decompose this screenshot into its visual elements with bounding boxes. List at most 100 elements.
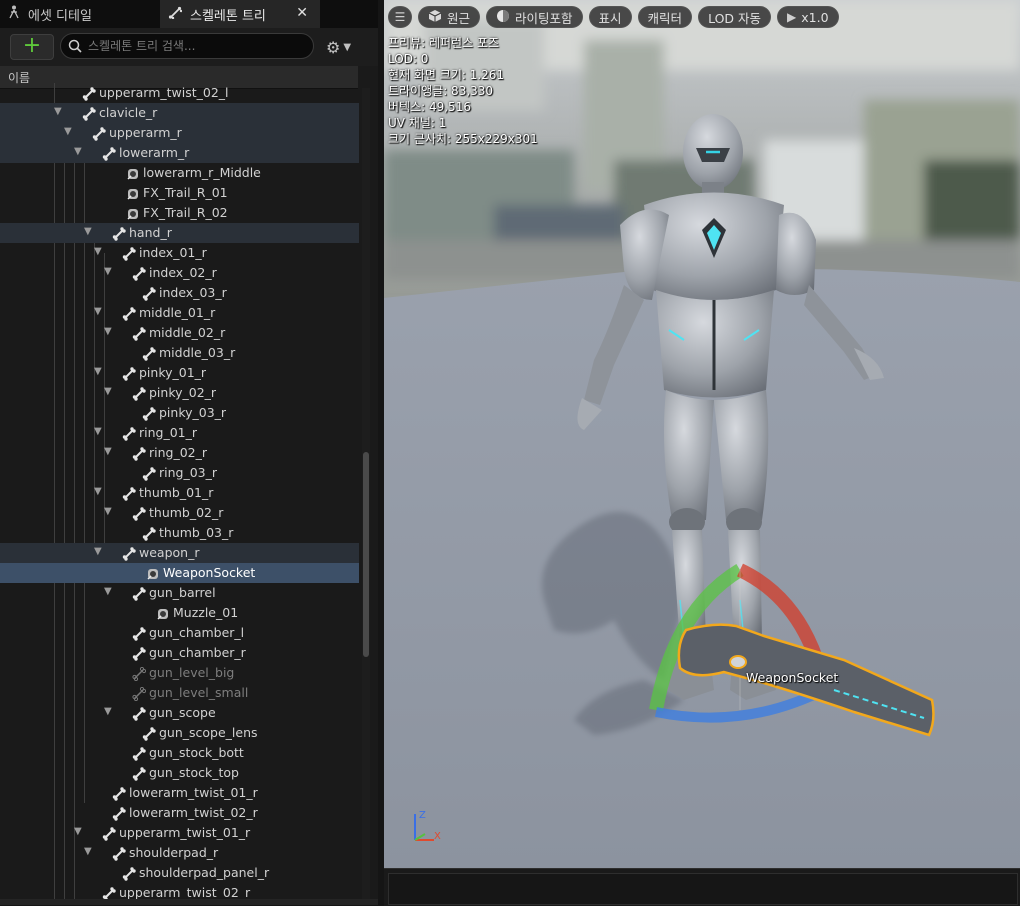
lighting-button[interactable]: 라이팅포함 [486,6,583,28]
tree-row-label: gun_chamber_l [149,625,245,640]
expand-arrow-icon[interactable]: ▼ [74,146,84,157]
bone-icon [112,806,126,821]
expand-arrow-icon[interactable]: ▼ [64,126,74,137]
close-icon[interactable]: ✕ [296,5,308,21]
tree-row[interactable]: upperarm_twist_02_l [0,83,359,103]
tree-row[interactable]: ▼ upperarm_twist_01_r [0,823,359,843]
tree-row[interactable]: FX_Trail_R_02 [0,203,359,223]
expand-arrow-icon[interactable]: ▼ [94,486,104,497]
expand-arrow-icon[interactable]: ▼ [104,506,114,517]
tree-row[interactable]: ▼ index_02_r [0,263,359,283]
tree-row[interactable]: middle_03_r [0,343,359,363]
axis-z-label: Z [419,810,426,821]
tree-row[interactable]: gun_chamber_l [0,623,359,643]
tree-row[interactable]: ▼ ring_02_r [0,443,359,463]
expand-arrow-icon[interactable]: ▼ [54,106,64,117]
preview-viewport[interactable]: ☰ 원근 라이팅포함 표시 캐릭터 LOD 자동 ▶ x1.0 프리뷰: 레퍼런… [384,0,1020,868]
skeleton-tree: upperarm_twist_02_l ▼ clavicle_r ▼ upperarm_… [0,83,360,905]
tree-row[interactable]: lowerarm_twist_02_r [0,803,359,823]
tree-row-label: lowerarm_twist_01_r [129,785,258,800]
tree-row-label: upperarm_twist_02_r [119,885,251,900]
tree-row[interactable]: ▼ upperarm_r [0,123,359,143]
tree-row[interactable]: Muzzle_01 [0,603,359,623]
expand-arrow-icon[interactable]: ▼ [84,846,94,857]
show-button[interactable]: 표시 [588,6,632,28]
tree-row[interactable]: gun_stock_bott [0,743,359,763]
tree-row[interactable]: ▼ weapon_r [0,543,359,563]
tree-row[interactable]: ring_03_r [0,463,359,483]
expand-arrow-icon[interactable]: ▼ [104,586,114,597]
expand-arrow-icon[interactable]: ▼ [104,386,114,397]
play-speed-label: x1.0 [801,9,829,25]
bone-icon [132,386,146,401]
viewport-menu-button[interactable]: ☰ [388,6,412,28]
tree-row-label: pinky_02_r [149,385,217,400]
tree-row[interactable]: lowerarm_twist_01_r [0,783,359,803]
tree-row[interactable]: ▼ shoulderpad_r [0,843,359,863]
tree-row[interactable]: ▼ pinky_01_r [0,363,359,383]
tree-row[interactable]: thumb_03_r [0,523,359,543]
tree-row[interactable]: gun_scope_lens [0,723,359,743]
tree-row[interactable]: ▼ gun_barrel [0,583,359,603]
character-button[interactable]: 캐릭터 [637,6,693,28]
search-input[interactable] [88,39,288,53]
tree-row[interactable]: ▼ thumb_01_r [0,483,359,503]
tab-skeleton-tree[interactable]: 스켈레톤 트리 ✕ [160,0,320,28]
tree-row[interactable]: gun_chamber_r [0,643,359,663]
tree-row[interactable]: ▼ hand_r [0,223,359,243]
bone-icon [102,146,116,161]
add-button[interactable]: + [10,34,54,60]
tab-asset-details[interactable]: 에셋 디테일 [0,0,158,28]
expand-arrow-icon[interactable]: ▼ [94,426,104,437]
expand-arrow-icon[interactable]: ▼ [104,706,114,717]
tree-row[interactable]: ▼ lowerarm_r [0,143,359,163]
lod-button[interactable]: LOD 자동 [698,6,772,28]
tree-row[interactable]: ▼ index_01_r [0,243,359,263]
tree-row[interactable]: gun_level_big [0,663,359,683]
expand-arrow-icon[interactable]: ▼ [94,246,104,257]
expand-arrow-icon[interactable]: ▼ [74,826,84,837]
scrollbar-thumb[interactable] [363,452,369,657]
tree-row[interactable]: index_03_r [0,283,359,303]
expand-arrow-icon[interactable]: ▼ [104,326,114,337]
play-icon: ▶ [787,10,797,24]
bone-icon [132,266,146,281]
tree-scrollbar[interactable] [362,88,370,905]
tree-row[interactable]: ▼ ring_01_r [0,423,359,443]
tree-row[interactable]: lowerarm_r_Middle [0,163,359,183]
bone-icon [112,846,126,861]
tree-row[interactable]: ▼ pinky_02_r [0,383,359,403]
settings-button[interactable]: ⚙ ▼ [326,37,362,57]
tree-row[interactable]: ▼ clavicle_r [0,103,359,123]
tree-row[interactable]: FX_Trail_R_01 [0,183,359,203]
expand-arrow-icon[interactable]: ▼ [94,366,104,377]
stat-uv-channels: UV 채널: 1 [388,116,447,130]
tree-row-label: gun_stock_bott [149,745,244,760]
play-speed-button[interactable]: ▶ x1.0 [777,6,839,28]
lighting-label: 라이팅포함 [515,10,573,26]
tree-row[interactable]: pinky_03_r [0,403,359,423]
tree-row[interactable]: ▼ middle_02_r [0,323,359,343]
expand-arrow-icon[interactable]: ▼ [104,446,114,457]
expand-arrow-icon[interactable]: ▼ [94,306,104,317]
tree-row[interactable]: shoulderpad_panel_r [0,863,359,883]
tree-row[interactable]: ▼ gun_scope [0,703,359,723]
expand-arrow-icon[interactable]: ▼ [84,226,94,237]
tree-row[interactable]: gun_stock_top [0,763,359,783]
tree-row[interactable]: WeaponSocket [0,563,359,583]
tree-row-label: shoulderpad_panel_r [139,865,270,880]
tree-row-label: ring_01_r [139,425,198,440]
tree-row[interactable]: ▼ middle_01_r [0,303,359,323]
perspective-button[interactable]: 원근 [418,6,481,28]
stat-screen-size: 현재 화면 크기: 1.261 [388,68,505,82]
bone-icon [102,886,116,901]
expand-arrow-icon[interactable]: ▼ [104,266,114,277]
search-box[interactable] [60,33,314,59]
bone-icon [122,306,136,321]
expand-arrow-icon[interactable]: ▼ [94,546,104,557]
tree-row[interactable]: ▼ thumb_02_r [0,503,359,523]
tree-row-label: lowerarm_r_Middle [143,165,261,180]
tree-row[interactable]: gun_level_small [0,683,359,703]
viewport-toolbar: ☰ 원근 라이팅포함 표시 캐릭터 LOD 자동 ▶ x1.0 [388,5,839,29]
tree-row-label: hand_r [129,225,172,240]
